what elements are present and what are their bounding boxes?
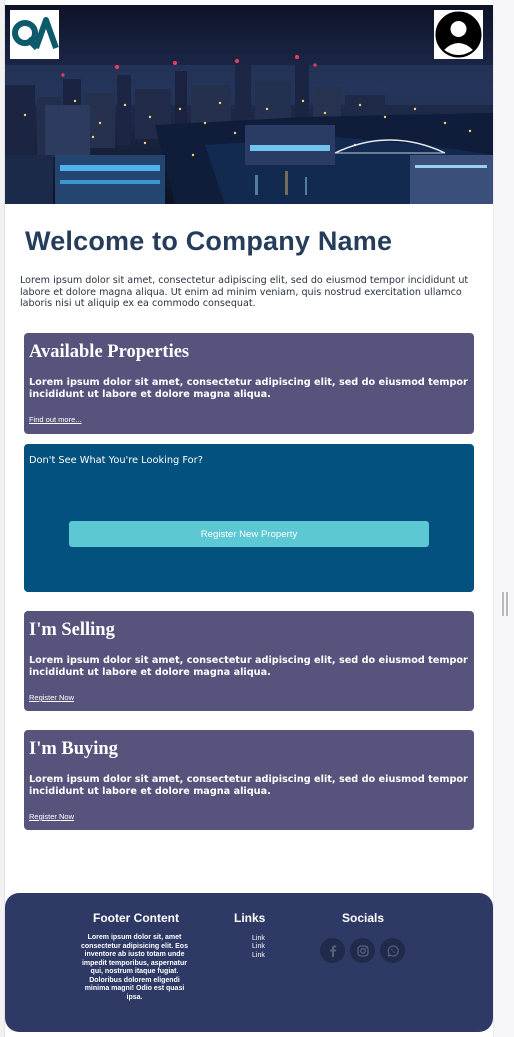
card-text: Lorem ipsum dolor sit amet, consectetur … [29, 377, 468, 400]
footer-link[interactable]: Link [252, 943, 265, 951]
footer: Footer Content Lorem ipsum dolor sit, am… [5, 893, 493, 1032]
register-now-link-selling[interactable]: Register Now [29, 693, 74, 702]
footer-link[interactable]: Link [252, 935, 265, 943]
cta-heading: Don't See What You're Looking For? [29, 455, 203, 466]
page-title: Welcome to Company Name [25, 226, 393, 256]
find-out-more-link[interactable]: Find out more... [29, 415, 82, 424]
footer-link[interactable]: Link [252, 952, 265, 960]
footer-content-text: Lorem ipsum dolor sit, amet consectetur … [81, 934, 188, 1001]
footer-socials-heading: Socials [342, 911, 385, 925]
qa-logo-icon [12, 17, 59, 51]
resize-handle-icon[interactable] [502, 592, 508, 616]
city-skyline-image [5, 55, 493, 204]
card-text: Lorem ipsum dolor sit amet, consectetur … [29, 655, 468, 678]
profile-avatar[interactable] [434, 10, 483, 59]
instagram-button[interactable] [350, 938, 375, 963]
company-logo[interactable] [10, 10, 59, 59]
footer-links-list: Link Link Link [252, 935, 265, 960]
facebook-icon [329, 944, 336, 957]
whatsapp-icon [387, 944, 399, 957]
card-title: I'm Selling [29, 620, 115, 640]
user-circle-icon [435, 11, 482, 58]
hero-banner [5, 5, 493, 204]
buying-card: I'm Buying Lorem ipsum dolor sit amet, c… [24, 730, 474, 830]
available-properties-card: Available Properties Lorem ipsum dolor s… [24, 333, 474, 434]
selling-card: I'm Selling Lorem ipsum dolor sit amet, … [24, 611, 474, 711]
card-title: I'm Buying [29, 739, 118, 759]
register-now-link-buying[interactable]: Register Now [29, 812, 74, 821]
footer-links-heading: Links [234, 911, 266, 925]
footer-content-heading: Footer Content [93, 911, 179, 925]
page: Welcome to Company Name Lorem ipsum dolo… [5, 5, 493, 1037]
card-title: Available Properties [29, 342, 190, 362]
register-new-property-button[interactable]: Register New Property [69, 521, 429, 547]
instagram-icon [356, 944, 369, 957]
register-property-card: Don't See What You're Looking For? Regis… [24, 444, 474, 592]
facebook-button[interactable] [320, 938, 345, 963]
scroll-area[interactable] [493, 0, 514, 1037]
intro-text: Lorem ipsum dolor sit amet, consectetur … [20, 275, 469, 309]
card-text: Lorem ipsum dolor sit amet, consectetur … [29, 774, 468, 797]
whatsapp-button[interactable] [380, 938, 405, 963]
